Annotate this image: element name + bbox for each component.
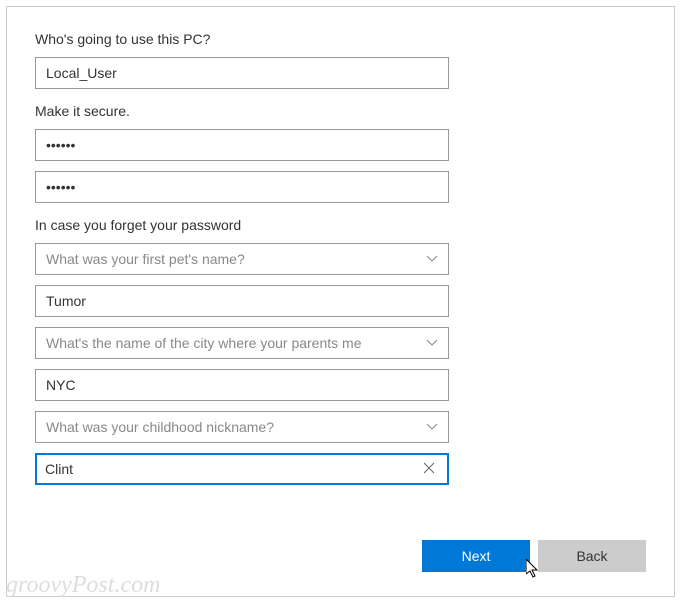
security-question-1-text: What was your first pet's name? (46, 251, 418, 267)
recovery-label: In case you forget your password (35, 217, 646, 233)
back-button[interactable]: Back (538, 540, 646, 572)
clear-icon[interactable] (419, 461, 439, 477)
chevron-down-icon (426, 339, 438, 347)
next-button[interactable]: Next (422, 540, 530, 572)
setup-dialog: Who's going to use this PC? Make it secu… (6, 6, 675, 597)
password-input[interactable] (35, 129, 449, 161)
password-label: Make it secure. (35, 103, 646, 119)
chevron-down-icon (426, 423, 438, 431)
security-question-3-text: What was your childhood nickname? (46, 419, 418, 435)
security-question-2-text: What's the name of the city where your p… (46, 335, 418, 351)
security-answer-3-input[interactable] (45, 461, 419, 477)
security-question-1-select[interactable]: What was your first pet's name? (35, 243, 449, 275)
username-label: Who's going to use this PC? (35, 31, 646, 47)
security-answer-2-input[interactable] (35, 369, 449, 401)
chevron-down-icon (426, 255, 438, 263)
security-answer-3-wrap[interactable] (35, 453, 449, 485)
password-confirm-input[interactable] (35, 171, 449, 203)
username-input[interactable] (35, 57, 449, 89)
button-row: Next Back (422, 540, 646, 572)
security-question-3-select[interactable]: What was your childhood nickname? (35, 411, 449, 443)
security-answer-1-input[interactable] (35, 285, 449, 317)
security-question-2-select[interactable]: What's the name of the city where your p… (35, 327, 449, 359)
